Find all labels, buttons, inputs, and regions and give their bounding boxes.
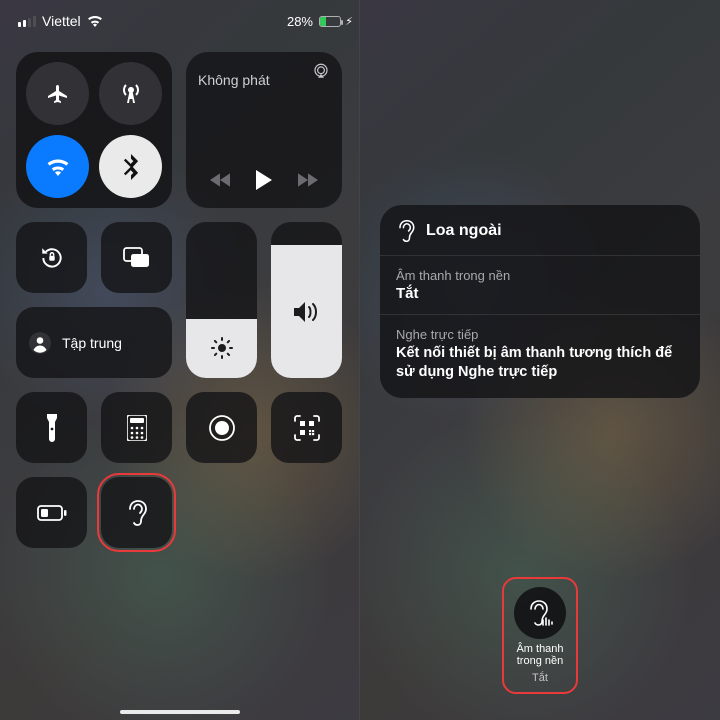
screen-record-button[interactable] <box>186 392 257 463</box>
hearing-panel[interactable]: Loa ngoài Âm thanh trong nền Tắt Nghe tr… <box>380 205 700 398</box>
bg-sounds-label: Âm thanh trong nền <box>396 268 684 283</box>
bg-sounds-value: Tắt <box>396 285 684 302</box>
flashlight-button[interactable] <box>16 392 87 463</box>
prev-track-icon[interactable] <box>210 173 230 187</box>
record-icon <box>208 414 236 442</box>
volume-slider[interactable] <box>271 222 342 378</box>
rotation-lock-icon <box>39 245 65 271</box>
bluetooth-toggle[interactable] <box>99 135 162 198</box>
calculator-button[interactable] <box>101 392 172 463</box>
qr-scanner-button[interactable] <box>271 392 342 463</box>
ear-icon <box>396 219 416 243</box>
media-slab[interactable]: Không phát <box>186 52 342 208</box>
volume-icon <box>294 301 320 323</box>
next-track-icon[interactable] <box>298 173 318 187</box>
airplane-mode-toggle[interactable] <box>26 62 89 125</box>
low-power-button[interactable] <box>16 477 87 548</box>
cellular-data-toggle[interactable] <box>99 62 162 125</box>
live-listen-label: Nghe trực tiếp <box>396 327 684 342</box>
status-bar: Viettel 28% ⚡︎ <box>0 0 359 42</box>
hearing-panel-header: Loa ngoài <box>426 222 502 240</box>
control-center: Không phát Tập trung <box>0 42 359 548</box>
focus-person-icon <box>28 331 52 355</box>
bg-button-label-1: Âm thanh <box>516 643 563 655</box>
signal-bars-icon <box>18 16 36 27</box>
battery-pct: 28% <box>287 14 313 29</box>
flashlight-icon <box>45 414 59 442</box>
calculator-icon <box>127 415 147 441</box>
ear-waves-icon <box>527 599 553 627</box>
hearing-button[interactable] <box>101 477 172 548</box>
ear-icon <box>126 499 148 527</box>
wifi-toggle[interactable] <box>26 135 89 198</box>
home-indicator[interactable] <box>120 710 240 714</box>
wifi-icon <box>46 158 70 176</box>
now-playing-label: Không phát <box>198 72 330 88</box>
live-listen-message: Kết nối thiết bị âm thanh tương thích để… <box>396 344 684 382</box>
charging-icon: ⚡︎ <box>345 15 353 28</box>
screen-mirroring-icon <box>123 247 151 269</box>
battery-low-icon <box>37 505 67 521</box>
rotation-lock-button[interactable] <box>16 222 87 293</box>
left-screenshot: Viettel 28% ⚡︎ <box>0 0 360 720</box>
brightness-icon <box>210 336 234 360</box>
qr-icon <box>294 415 320 441</box>
bluetooth-icon <box>121 154 141 180</box>
brightness-slider[interactable] <box>186 222 257 378</box>
bg-button-state: Tắt <box>532 672 548 684</box>
right-screenshot: Loa ngoài Âm thanh trong nền Tắt Nghe tr… <box>360 0 720 720</box>
airplay-icon[interactable] <box>312 62 330 80</box>
focus-button[interactable]: Tập trung <box>16 307 172 378</box>
focus-label: Tập trung <box>62 335 122 351</box>
screen-mirroring-button[interactable] <box>101 222 172 293</box>
antenna-icon <box>119 82 143 106</box>
bg-button-label-2: trong nền <box>517 655 563 667</box>
live-listen-row: Nghe trực tiếp Kết nối thiết bị âm thanh… <box>396 327 684 382</box>
play-icon[interactable] <box>255 170 273 190</box>
connectivity-slab[interactable] <box>16 52 172 208</box>
wifi-status-icon <box>87 15 103 27</box>
airplane-icon <box>46 82 70 106</box>
carrier-label: Viettel <box>42 13 81 29</box>
background-sounds-button[interactable]: Âm thanh trong nền Tắt <box>506 581 574 690</box>
background-sounds-row[interactable]: Âm thanh trong nền Tắt <box>396 268 684 302</box>
battery-icon <box>319 16 341 27</box>
